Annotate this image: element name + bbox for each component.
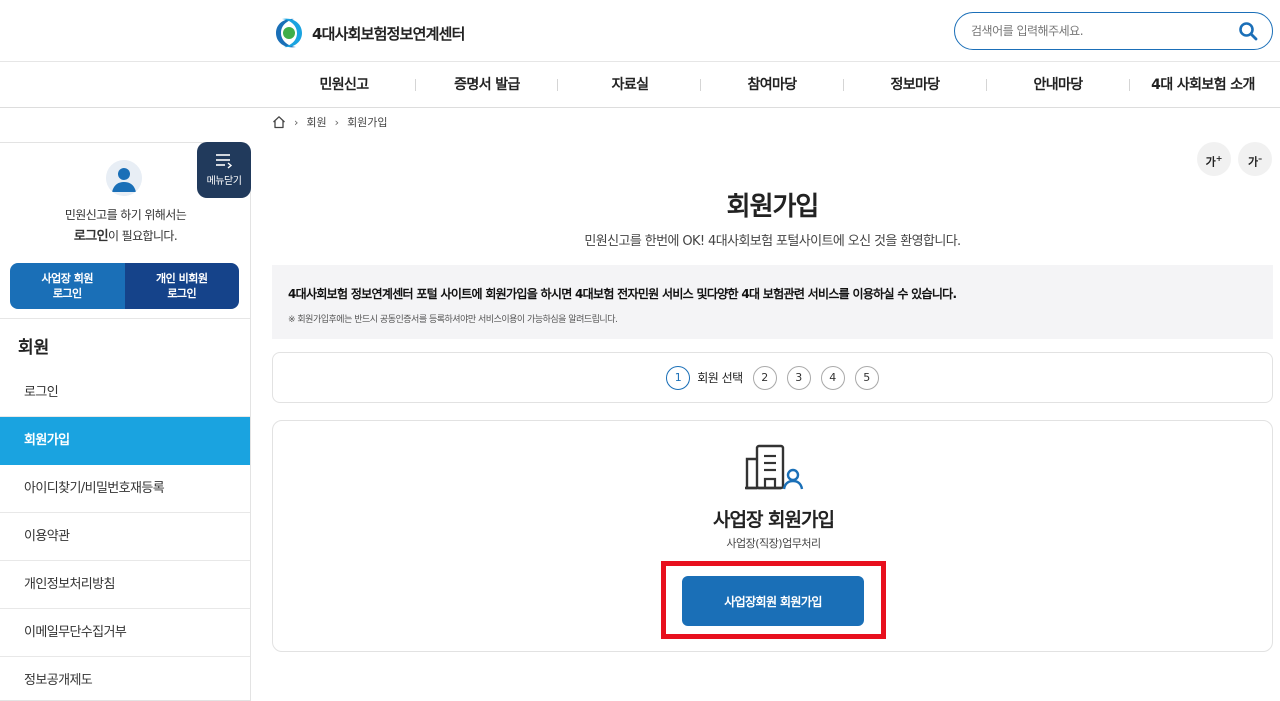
gnb-item-library[interactable]: 자료실: [595, 62, 665, 108]
font-increase-button[interactable]: 가+: [1197, 142, 1231, 176]
personal-login-button[interactable]: 개인 비회원로그인: [124, 263, 239, 309]
card-description: 사업장(직장)업무처리: [726, 537, 821, 550]
card-title: 사업장 회원가입: [713, 509, 835, 531]
login-message-bold: 로그인: [73, 229, 109, 244]
login-message-line1: 민원신고를 하기 위해서는: [64, 208, 187, 222]
step-1: 1: [666, 365, 691, 390]
sidebar: 민원신고를 하기 위해서는 로그인이 필요합니다. 사업장 회원 로그인 개인 비…: [0, 142, 251, 701]
site-logo[interactable]: 4대사회보험정보연계센터: [272, 16, 465, 50]
sidebar-item-signup[interactable]: 회원가입: [0, 417, 250, 465]
breadcrumb: › 회원 › 회원가입: [272, 114, 388, 130]
search-box: [954, 12, 1273, 50]
avatar: [106, 160, 142, 196]
step-4: 4: [820, 365, 845, 390]
home-icon[interactable]: [272, 115, 286, 129]
gnb-item-information[interactable]: 정보마당: [875, 62, 955, 108]
notice-sub-text: ※ 회원가입후에는 반드시 공동인증서를 등록하셔야만 서비스이용이 가능하심을…: [288, 315, 618, 325]
gnb-divider: [1129, 79, 1130, 91]
search-input[interactable]: [971, 24, 1221, 38]
sidebar-item-terms[interactable]: 이용약관: [0, 513, 250, 561]
main-navigation: 민원신고 증명서 발급 자료실 참여마당 정보마당 안내마당 4대 사회보험 소…: [0, 62, 1280, 108]
page-subtitle: 민원신고를 한번에 OK! 4대사회보험 포털사이트에 오신 것을 환영합니다.: [584, 234, 961, 249]
personal-login-line1: 개인 비회원: [156, 272, 208, 285]
sidebar-item-disclosure[interactable]: 정보공개제도: [0, 657, 250, 700]
breadcrumb-item-current: 회원가입: [347, 116, 388, 129]
font-decrease-button[interactable]: 가–: [1238, 142, 1272, 176]
chevron-right-icon: ›: [334, 115, 340, 129]
header: 4대사회보험정보연계센터: [0, 0, 1280, 62]
notice-main-text: 4대사회보험 정보연계센터 포털 사이트에 회원가입을 하시면 4대보험 전자민…: [288, 287, 957, 301]
sidebar-section-title: 회원: [18, 338, 50, 358]
sidebar-item-find-account[interactable]: 아이디찾기/비밀번호재등록: [0, 465, 250, 513]
font-increase-label: 가: [1205, 155, 1216, 169]
gnb-item-about[interactable]: 4대 사회보험 소개: [1140, 62, 1266, 108]
menu-close-button[interactable]: 메뉴닫기: [197, 142, 251, 198]
login-message: 민원신고를 하기 위해서는 로그인이 필요합니다.: [0, 205, 250, 247]
business-building-icon: [745, 444, 804, 490]
personal-login-line2: 로그인: [167, 287, 197, 300]
step-5: 5: [854, 365, 879, 390]
notice-box: 4대사회보험 정보연계센터 포털 사이트에 회원가입을 하시면 4대보험 전자민…: [272, 265, 1273, 339]
breadcrumb-item[interactable]: 회원: [306, 114, 326, 130]
gnb-divider: [700, 79, 701, 91]
gnb-divider: [415, 79, 416, 91]
sidebar-item-email-refusal[interactable]: 이메일무단수집거부: [0, 609, 250, 657]
chevron-right-icon: ›: [294, 115, 299, 129]
page-title: 회원가입: [726, 192, 820, 222]
font-decrease-label: 가: [1247, 155, 1259, 169]
sidebar-menu: 로그인 회원가입 아이디찾기/비밀번호재등록 이용약관 개인정보처리방침 이메일…: [0, 369, 250, 700]
gnb-divider: [986, 79, 987, 91]
step-2: 2: [752, 365, 777, 390]
logo-icon: [276, 18, 302, 48]
gnb-divider: [557, 79, 558, 91]
menu-collapse-icon: [216, 154, 233, 169]
gnb-item-participation[interactable]: 참여마당: [732, 62, 812, 108]
login-message-rest: 이 필요합니다.: [108, 229, 178, 243]
business-login-button[interactable]: 사업장 회원로그인: [10, 263, 125, 309]
gnb-item-certificate[interactable]: 증명서 발급: [440, 62, 534, 108]
sidebar-item-login[interactable]: 로그인: [0, 369, 250, 417]
business-signup-card: 사업장 회원가입 사업장(직장)업무처리 사업장회원 회원가입: [272, 420, 1273, 652]
gnb-divider: [843, 79, 844, 91]
sidebar-item-privacy-policy[interactable]: 개인정보처리방침: [0, 561, 250, 609]
user-icon: [106, 160, 142, 196]
gnb-item-guide[interactable]: 안내마당: [1018, 62, 1098, 108]
gnb-item-civil-report[interactable]: 민원신고: [300, 62, 388, 108]
menu-close-label: 메뉴닫기: [206, 176, 242, 187]
step-current-label: 회원 선택: [697, 371, 743, 385]
search-icon[interactable]: [1238, 21, 1258, 41]
business-login-line2: 로그인: [52, 287, 82, 300]
business-signup-button[interactable]: 사업장회원 회원가입: [682, 576, 864, 626]
business-login-line1: 사업장 회원: [41, 272, 94, 285]
login-buttons: 사업장 회원로그인 개인 비회원로그인: [10, 263, 239, 309]
signup-steps: 1 회원 선택 2 3 4 5: [272, 352, 1273, 403]
site-name: 4대사회보험정보연계센터: [312, 24, 465, 43]
step-3: 3: [786, 365, 811, 390]
